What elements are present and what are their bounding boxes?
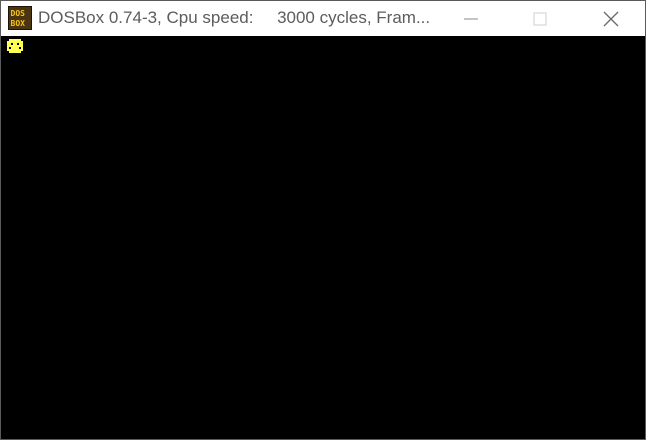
window-title: DOSBox 0.74-3, Cpu speed: 3000 cycles, F…: [38, 8, 431, 27]
svg-text:DOS: DOS: [11, 9, 26, 18]
close-button[interactable]: [588, 1, 634, 36]
maximize-button[interactable]: [517, 1, 563, 36]
smiley-face-icon: [7, 39, 23, 55]
svg-text:BOX: BOX: [11, 19, 26, 28]
dosbox-icon[interactable]: DOS BOX: [8, 6, 32, 30]
maximize-icon: [533, 12, 547, 25]
dos-screen[interactable]: [6, 37, 642, 437]
minimize-button[interactable]: [448, 1, 494, 36]
minimize-icon: [464, 18, 478, 19]
title-bar[interactable]: DOS BOX DOSBox 0.74-3, Cpu speed: 3000 c…: [1, 1, 645, 36]
dosbox-window: DOS BOX DOSBox 0.74-3, Cpu speed: 3000 c…: [0, 0, 646, 440]
close-icon: [603, 11, 619, 26]
